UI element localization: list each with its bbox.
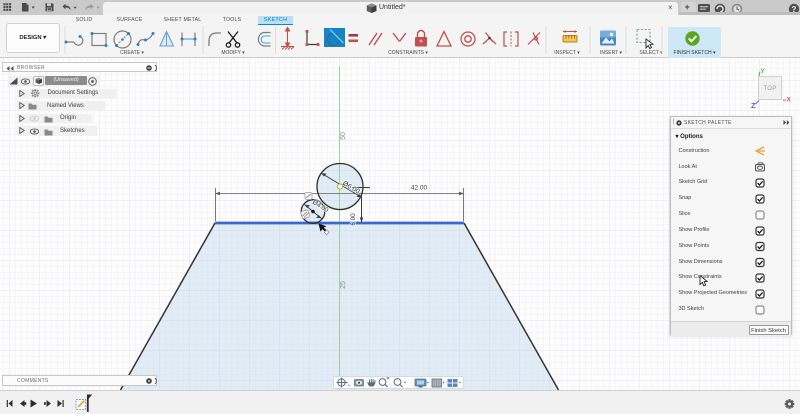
svg-text:Z: Z [751, 101, 756, 110]
svg-text:50: 50 [340, 132, 347, 140]
svg-text:42.00: 42.00 [411, 185, 428, 192]
svg-text:X: X [787, 97, 792, 104]
svg-text:25: 25 [340, 281, 347, 289]
svg-text:6.00: 6.00 [350, 213, 357, 226]
svg-text:Y: Y [761, 68, 766, 75]
